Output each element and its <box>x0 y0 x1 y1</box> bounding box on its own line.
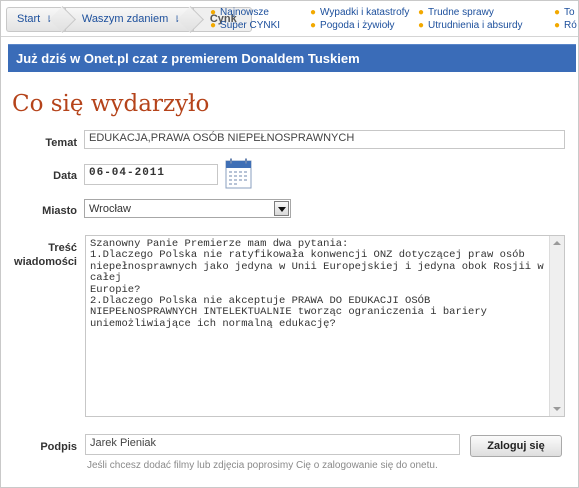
quicklink-super-cynki[interactable]: ● Super CYNKI <box>210 20 280 31</box>
bullet-dot-icon: ● <box>210 20 217 31</box>
message-label: Treść wiadomości <box>9 241 77 269</box>
quicklink-wypadki[interactable]: ● Wypadki i katastrofy <box>310 7 409 18</box>
city-select-value: Wrocław <box>89 203 131 215</box>
city-select[interactable]: Wrocław <box>84 199 291 218</box>
quicklink-label: Ró <box>564 20 577 31</box>
page-frame: Start ⇂ Waszym zdaniem ⇂ Cynk ● Najnowsze… <box>0 0 579 488</box>
quicklink-label: To <box>564 7 575 18</box>
message-label-line1: Treść <box>48 242 77 254</box>
chat-banner-text: Już dziś w Onet.pl czat z premierem Dona… <box>16 51 360 66</box>
quicklink-utrudnienia[interactable]: ● Utrudnienia i absurdy <box>418 20 523 31</box>
message-textarea[interactable]: Szanowny Panie Premierze mam dwa pytania… <box>85 235 565 417</box>
quicklink-label: Super CYNKI <box>220 20 281 31</box>
down-arrow-icon: ⇂ <box>45 14 53 24</box>
topic-label: Temat <box>45 137 77 149</box>
breadcrumb-waszym-zdaniem-label: Waszym zdaniem <box>81 13 169 25</box>
bullet-dot-icon: ● <box>310 20 317 31</box>
topic-field[interactable]: EDUKACJA,PRAWA OSÓB NIEPEŁNOSPRAWNYCH <box>84 130 565 149</box>
signature-label: Podpis <box>40 441 77 453</box>
bullet-dot-icon: ● <box>418 7 425 18</box>
quicklink-ro[interactable]: ● Ró <box>554 20 577 31</box>
quicklink-label: Pogoda i żywioły <box>320 20 395 31</box>
city-label: Miasto <box>42 205 77 217</box>
calendar-icon[interactable] <box>224 158 253 190</box>
quicklink-to[interactable]: ● To <box>554 7 575 18</box>
quicklink-label: Trudne sprawy <box>428 7 494 18</box>
breadcrumb-start-label: Start <box>17 13 41 25</box>
quicklink-label: Utrudnienia i absurdy <box>428 20 523 31</box>
bullet-dot-icon: ● <box>554 20 561 31</box>
page-title: Co się wydarzyło <box>12 91 210 117</box>
message-text: Szanowny Panie Premierze mam dwa pytania… <box>90 238 544 330</box>
bullet-dot-icon: ● <box>418 20 425 31</box>
signature-field[interactable]: Jarek Pieniak <box>85 434 460 455</box>
down-arrow-icon: ⇂ <box>173 14 181 24</box>
login-note: Jeśli chcesz dodać filmy lub zdjęcia pop… <box>87 460 438 471</box>
chevron-down-icon[interactable] <box>274 201 289 216</box>
scroll-down-icon[interactable] <box>550 402 564 416</box>
message-scrollbar[interactable] <box>549 236 564 416</box>
message-label-line2: wiadomości <box>14 256 77 268</box>
quick-links: ● Najnowsze ● Wypadki i katastrofy ● Trudne… <box>210 5 578 33</box>
quicklink-label: Wypadki i katastrofy <box>320 7 410 18</box>
scroll-up-icon[interactable] <box>550 236 564 250</box>
quicklink-trudne-sprawy[interactable]: ● Trudne sprawy <box>418 7 494 18</box>
quicklink-najnowsze[interactable]: ● Najnowsze <box>210 7 269 18</box>
date-label: Data <box>53 170 77 182</box>
quicklink-pogoda[interactable]: ● Pogoda i żywioły <box>310 20 395 31</box>
breadcrumb-waszym-zdaniem[interactable]: Waszym zdaniem ⇂ <box>64 7 193 32</box>
date-field[interactable]: 06-04-2011 <box>84 164 218 185</box>
login-button[interactable]: Zaloguj się <box>470 435 562 457</box>
top-navigation-bar: Start ⇂ Waszym zdaniem ⇂ Cynk ● Najnowsze… <box>1 1 578 37</box>
bullet-dot-icon: ● <box>310 7 317 18</box>
bullet-dot-icon: ● <box>554 7 561 18</box>
bullet-dot-icon: ● <box>210 7 217 18</box>
chat-banner[interactable]: Już dziś w Onet.pl czat z premierem Dona… <box>8 44 576 72</box>
breadcrumb-start[interactable]: Start ⇂ <box>6 7 65 32</box>
quicklink-label: Najnowsze <box>220 7 269 18</box>
